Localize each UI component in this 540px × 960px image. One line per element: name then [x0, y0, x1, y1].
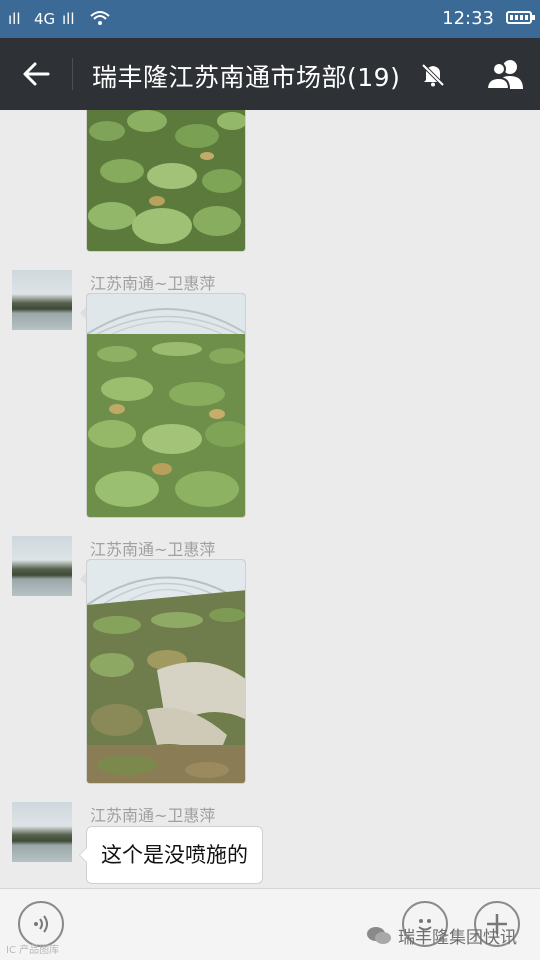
group-members-button[interactable] [484, 52, 528, 96]
arrow-left-icon [23, 62, 50, 86]
image-message[interactable] [86, 110, 246, 252]
sender-name: 江苏南通~卫惠萍 [90, 274, 216, 293]
greenhouse-pumpkin-photo [87, 294, 245, 517]
greenhouse-damaged-crop-photo [87, 560, 245, 783]
clock: 12:33 [442, 8, 494, 29]
back-button[interactable] [10, 48, 62, 100]
network-type: 4G [34, 10, 56, 28]
wifi-icon [90, 10, 110, 30]
bell-off-icon [421, 63, 445, 87]
signal-icon: ıll [8, 10, 21, 28]
group-icon [485, 60, 523, 90]
sender-avatar[interactable] [12, 536, 72, 596]
status-bar: ıll 4G ıll 12:33 [0, 0, 540, 38]
voice-icon [34, 915, 48, 933]
watermark-left: IC 产品图库 [6, 945, 60, 956]
sender-name: 江苏南通~卫惠萍 [90, 806, 216, 825]
chat-header: 瑞丰隆江苏南通市场部(19) [0, 38, 540, 110]
text-message[interactable]: 这个是没喷施的 [79, 826, 263, 884]
wechat-icon [367, 926, 391, 944]
chat-title: 瑞丰隆江苏南通市场部(19) [92, 63, 401, 92]
watermark-right: 瑞丰隆集团快讯 [366, 923, 517, 948]
input-bar: IC 产品图库 瑞丰隆集团快讯 [0, 888, 540, 960]
title-divider [72, 58, 73, 90]
sender-avatar[interactable] [12, 270, 72, 330]
message-list[interactable]: 江苏南通~卫惠萍 江苏南通~卫惠萍 江苏南通~卫惠萍 这个是没喷施的 [0, 110, 540, 888]
image-message[interactable] [86, 293, 246, 518]
battery-icon [506, 11, 535, 24]
sender-avatar[interactable] [12, 802, 72, 862]
watermark-right-text: 瑞丰隆集团快讯 [398, 928, 517, 948]
sender-name: 江苏南通~卫惠萍 [90, 540, 216, 559]
pumpkin-field-photo [87, 110, 245, 251]
image-message[interactable] [86, 559, 246, 784]
signal-icon-2: ıll [62, 10, 75, 28]
